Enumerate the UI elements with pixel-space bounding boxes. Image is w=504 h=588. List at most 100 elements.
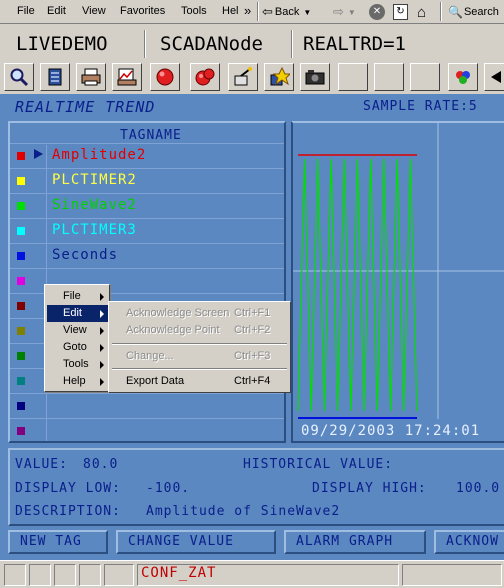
description-label: DESCRIPTION:: [15, 504, 121, 519]
value-text: 80.0: [83, 457, 119, 472]
forward-arrow-icon: ⇨: [333, 4, 344, 19]
screen-name: REALTRD=1: [303, 33, 406, 55]
alarm-button[interactable]: [150, 63, 180, 91]
sample-rate: SAMPLE RATE:5: [363, 99, 478, 114]
status-cell: [79, 564, 101, 586]
menubar-separator: [257, 2, 259, 21]
scada-toolbar: [0, 62, 504, 92]
home-button[interactable]: ⌂: [417, 3, 426, 21]
tag-row[interactable]: PLCTIMER2: [10, 168, 284, 193]
find-button[interactable]: [4, 63, 34, 91]
tag-color-swatch: [17, 152, 25, 160]
chevron-icon[interactable]: »: [244, 3, 251, 18]
trend-plot: [293, 123, 504, 419]
alarms-button[interactable]: [190, 63, 220, 91]
acknowledge-button[interactable]: [228, 63, 258, 91]
refresh-icon: ↻: [393, 4, 408, 20]
project-name: LIVEDEMO: [16, 33, 108, 55]
tag-name: Seconds: [52, 247, 119, 263]
tag-color-swatch: [17, 427, 25, 435]
display-low-label: DISPLAY LOW:: [15, 481, 121, 496]
search-button[interactable]: 🔍 Search: [448, 3, 499, 21]
tag-row[interactable]: Seconds: [10, 243, 284, 268]
alarm-bells-icon: [195, 68, 215, 86]
acknowledge-point-item[interactable]: Acknowledge Point Ctrl+F2: [111, 322, 288, 339]
tag-color-swatch: [17, 402, 25, 410]
status-cell: [402, 564, 502, 586]
print-button[interactable]: [76, 63, 106, 91]
menu-view[interactable]: View: [82, 5, 106, 17]
scada-title-strip: LIVEDEMO SCADANode REALTRD=1: [0, 26, 504, 62]
trend-timestamp: 09/29/2003 17:24:01: [301, 423, 481, 439]
stop-icon: ✕: [369, 4, 385, 20]
display-high-value: 100.0: [456, 481, 501, 496]
tag-row[interactable]: [10, 418, 284, 441]
nav-back-button[interactable]: [484, 63, 504, 91]
toolbar-empty-slot[interactable]: [410, 63, 440, 91]
alarm-bell-icon: [156, 68, 174, 86]
status-cell: [104, 564, 134, 586]
tag-info-panel: VALUE: 80.0 HISTORICAL VALUE: DISPLAY LO…: [8, 448, 504, 526]
tag-name: PLCTIMER3: [52, 222, 137, 238]
menu-file[interactable]: File: [17, 5, 35, 17]
value-label: VALUE:: [15, 457, 68, 472]
tag-color-swatch: [17, 252, 25, 260]
color-button[interactable]: [448, 63, 478, 91]
new-tag-button[interactable]: NEW TAG: [8, 530, 108, 554]
menu-edit[interactable]: Edit: [47, 5, 66, 17]
menu-item-label: Change...: [126, 350, 174, 362]
menu-tools[interactable]: Tools: [181, 5, 207, 17]
acknowledge-screen-item[interactable]: Acknowledge Screen Ctrl+F1: [111, 305, 288, 322]
tagname-header: TAGNAME: [120, 128, 182, 143]
change-value-button[interactable]: CHANGE VALUE: [116, 530, 276, 554]
context-menu-goto[interactable]: Goto: [47, 339, 108, 356]
tag-row[interactable]: [10, 393, 284, 418]
color-balls-icon: [456, 71, 470, 84]
trend-chart[interactable]: 09/29/2003 17:24:01: [291, 121, 504, 443]
menu-separator: [112, 368, 287, 370]
submenu-arrow-icon: [100, 361, 104, 369]
context-menu-edit[interactable]: Edit: [47, 305, 108, 322]
context-menu-help[interactable]: Help: [47, 373, 108, 390]
historical-value-label: HISTORICAL VALUE:: [243, 457, 394, 472]
change-item[interactable]: Change... Ctrl+F3: [111, 348, 288, 365]
menu-favorites[interactable]: Favorites: [120, 5, 165, 17]
context-menu-view[interactable]: View: [47, 322, 108, 339]
menu-help[interactable]: Hel: [222, 5, 239, 17]
menu-item-shortcut: Ctrl+F4: [234, 375, 271, 387]
database-button[interactable]: [40, 63, 70, 91]
tag-row[interactable]: PLCTIMER3: [10, 218, 284, 243]
tag-color-swatch: [17, 352, 25, 360]
acknowledge-icon: [234, 67, 252, 86]
title-divider: [291, 30, 293, 58]
display-high-label: DISPLAY HIGH:: [312, 481, 427, 496]
refresh-button[interactable]: ↻: [393, 3, 408, 21]
toolbar-empty-slot[interactable]: [374, 63, 404, 91]
context-menu-tools[interactable]: Tools: [47, 356, 108, 373]
context-menu-label: Goto: [63, 341, 87, 353]
toolbar-empty-slot[interactable]: [338, 63, 368, 91]
back-button[interactable]: ⇦ Back ▼: [262, 3, 311, 21]
tag-color-swatch: [17, 277, 25, 285]
stop-button[interactable]: ✕: [369, 3, 385, 21]
forward-button[interactable]: ⇨ ▼: [333, 3, 356, 21]
context-menu-file[interactable]: File: [47, 288, 108, 305]
tag-color-swatch: [17, 202, 25, 210]
acknowledge-button[interactable]: ACKNOW: [434, 530, 504, 554]
home-icon: ⌂: [417, 3, 427, 21]
tag-row[interactable]: Amplitude2: [10, 143, 284, 168]
back-label: Back: [274, 6, 300, 18]
context-menu-label: File: [63, 290, 81, 302]
tag-name: PLCTIMER2: [52, 172, 137, 188]
submenu-arrow-icon: [100, 327, 104, 335]
tag-name: Amplitude2: [52, 147, 147, 163]
export-data-item[interactable]: Export Data Ctrl+F4: [111, 373, 288, 390]
tag-row[interactable]: SineWave2: [10, 193, 284, 218]
print-chart-button[interactable]: [112, 63, 142, 91]
context-menu-label: Tools: [63, 358, 89, 370]
title-divider: [144, 30, 146, 58]
alarm-graph-button[interactable]: ALARM GRAPH: [284, 530, 426, 554]
acknowledge-all-button[interactable]: [264, 63, 294, 91]
status-cell: [29, 564, 51, 586]
camera-button[interactable]: [300, 63, 330, 91]
